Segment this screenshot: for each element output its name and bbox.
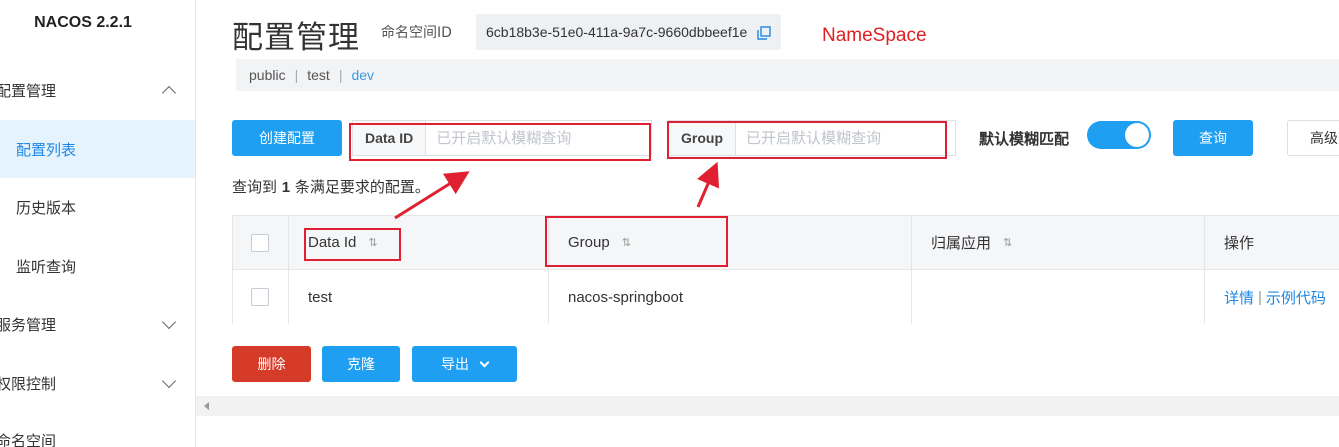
sidebar-item-access-control[interactable]: 权限控制 — [0, 354, 192, 412]
app-logo: NACOS 2.2.1 — [34, 14, 132, 31]
sidebar-item-label: 监听查询 — [16, 257, 77, 276]
chevron-up-icon — [161, 85, 177, 101]
sidebar: NACOS 2.2.1 配置管理 配置列表 历史版本 监听查询 服务管理 权限控… — [0, 0, 196, 447]
fuzzy-match-label: 默认模糊匹配 — [979, 130, 1070, 148]
sidebar-item-label: 命名空间 — [0, 431, 57, 447]
sidebar-item-label: 配置管理 — [0, 81, 57, 100]
namespace-id-label: 命名空间ID — [381, 25, 452, 41]
fuzzy-match-toggle[interactable] — [1087, 121, 1151, 149]
horizontal-scrollbar[interactable] — [196, 396, 1339, 416]
chevron-down-icon — [161, 373, 177, 389]
sidebar-item-label: 权限控制 — [0, 374, 57, 393]
details-link[interactable]: 详情 — [1224, 287, 1254, 308]
cell-app — [912, 270, 1205, 324]
select-all-cell — [233, 216, 289, 269]
sample-code-link[interactable]: 示例代码 — [1266, 287, 1326, 308]
cell-data-id: test — [289, 270, 549, 324]
sidebar-item-service-management[interactable]: 服务管理 — [0, 295, 192, 353]
row-checkbox[interactable] — [251, 288, 269, 306]
sidebar-item-config-management[interactable]: 配置管理 — [0, 61, 192, 119]
clone-button[interactable]: 克隆 — [322, 346, 400, 382]
sidebar-item-listener-query[interactable]: 监听查询 — [0, 237, 195, 295]
namespace-id-value: 6cb18b3e-51e0-411a-9a7c-9660dbbeef1e — [476, 14, 782, 50]
column-header-actions: 操作 — [1205, 216, 1339, 269]
chevron-down-icon — [161, 314, 177, 330]
result-summary: 查询到 1 条满足要求的配置。 — [232, 176, 430, 197]
sidebar-item-label: 配置列表 — [16, 140, 77, 159]
sidebar-item-label: 服务管理 — [0, 315, 57, 334]
cell-group: nacos-springboot — [549, 270, 912, 324]
copy-icon[interactable] — [757, 26, 771, 40]
main-content: 配置管理 命名空间ID 6cb18b3e-51e0-411a-9a7c-9660… — [196, 0, 1339, 447]
sidebar-item-config-list[interactable]: 配置列表 — [0, 120, 195, 178]
annotation-box-group-column — [545, 216, 728, 267]
delete-button[interactable]: 删除 — [232, 346, 311, 382]
toggle-knob — [1125, 123, 1149, 147]
column-header-label: 归属应用 — [931, 235, 992, 252]
namespace-tab-public[interactable]: public — [249, 67, 286, 83]
sort-icon[interactable]: ⇅ — [1003, 236, 1012, 249]
namespace-annotation: NameSpace — [822, 25, 927, 46]
sidebar-item-history[interactable]: 历史版本 — [0, 178, 195, 236]
scroll-left-icon[interactable] — [204, 402, 209, 410]
page-title: 配置管理 — [232, 20, 360, 56]
namespace-separator: | — [294, 67, 299, 83]
export-label: 导出 — [441, 357, 469, 373]
export-button[interactable]: 导出 — [412, 346, 517, 382]
select-all-checkbox[interactable] — [251, 233, 269, 252]
namespace-id-text: 6cb18b3e-51e0-411a-9a7c-9660dbbeef1e — [486, 24, 748, 40]
column-header-app[interactable]: 归属应用 ⇅ — [912, 216, 1205, 269]
advanced-query-button[interactable]: 高级查询 — [1287, 120, 1339, 156]
namespace-bar: public | test | dev — [236, 59, 1339, 91]
create-config-button[interactable]: 创建配置 — [232, 120, 342, 156]
action-separator: | — [1258, 288, 1262, 306]
column-header-label: 操作 — [1224, 235, 1255, 252]
annotation-box-dataid-column — [304, 228, 401, 261]
table-row: test nacos-springboot 详情 | 示例代码 — [233, 270, 1339, 324]
annotation-box-group — [667, 121, 947, 159]
sidebar-item-namespace[interactable]: 命名空间 — [0, 411, 192, 447]
result-prefix: 查询到 — [232, 178, 278, 196]
namespace-tab-dev[interactable]: dev — [351, 67, 374, 83]
namespace-tab-test[interactable]: test — [307, 67, 330, 83]
sidebar-item-label: 历史版本 — [16, 198, 77, 217]
cell-actions: 详情 | 示例代码 — [1205, 270, 1339, 324]
result-suffix: 条满足要求的配置。 — [294, 178, 430, 196]
query-button[interactable]: 查询 — [1173, 120, 1253, 156]
annotation-box-dataid — [349, 123, 651, 161]
result-count: 1 — [281, 179, 291, 196]
chevron-down-icon — [479, 357, 490, 367]
namespace-separator: | — [338, 67, 343, 83]
row-select-cell — [233, 270, 289, 324]
